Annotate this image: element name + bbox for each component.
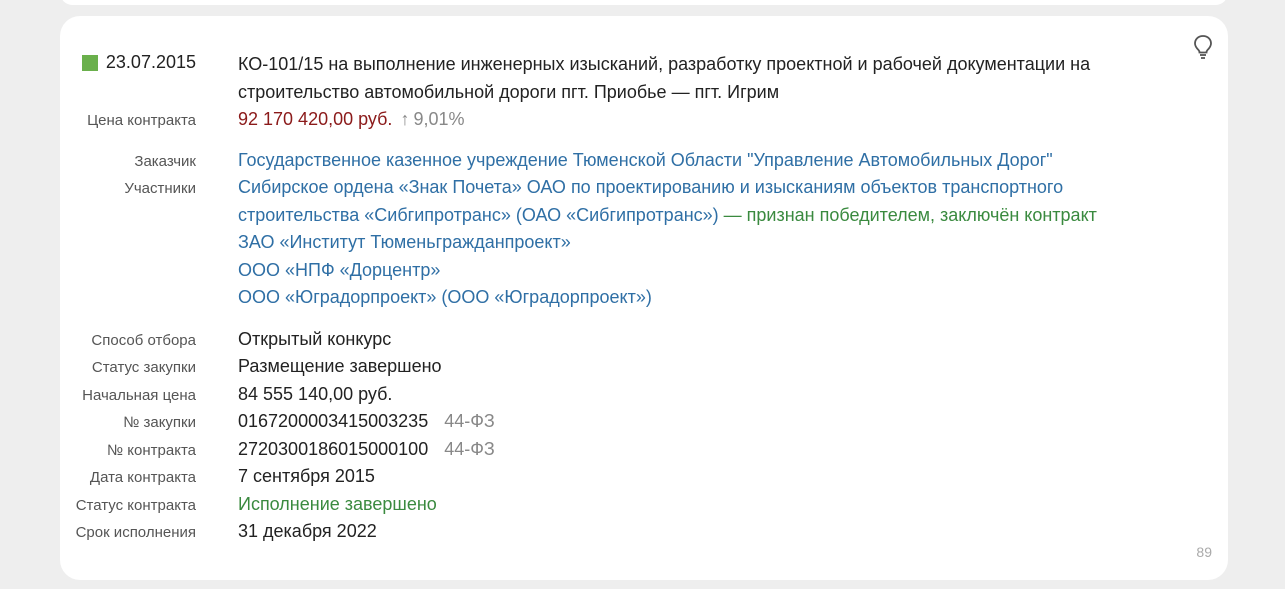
detail-label: Статус закупки (91, 359, 196, 376)
participant-link[interactable]: строительства «Сибгипротранс» (ОАО «Сибг… (238, 205, 719, 225)
detail-label: Способ отбора (91, 332, 196, 349)
contract-status-value: Исполнение завершено (238, 494, 437, 514)
detail-label: Начальная цена (82, 387, 196, 404)
procurement-card: 23.07.2015 КО-101/15 на выполнение инжен… (60, 16, 1228, 580)
detail-label: Срок исполнения (75, 524, 196, 541)
detail-label: № закупки (123, 414, 196, 431)
detail-value: 31 декабря 2022 (238, 521, 377, 541)
price-change-percent: 9,01% (413, 109, 465, 129)
participants-label: Участники (124, 180, 196, 197)
participant-link[interactable]: ООО «НПФ «Дорцентр» (238, 257, 1097, 285)
participant-link[interactable]: ЗАО «Институт Тюменьгражданпроект» (238, 229, 1097, 257)
detail-value: 84 555 140,00 руб. (238, 384, 393, 404)
law-badge: 44-ФЗ (444, 439, 495, 459)
arrow-up-icon: ↑ (400, 109, 410, 129)
detail-label: № контракта (107, 442, 196, 459)
result-index: 89 (1196, 544, 1212, 560)
record-date-wrap: 23.07.2015 (81, 52, 196, 73)
purchase-number[interactable]: 0167200003415003235 (238, 411, 428, 431)
law-badge: 44-ФЗ (444, 411, 495, 431)
record-title[interactable]: КО-101/15 на выполнение инженерных изыск… (238, 51, 1168, 106)
customer-label: Заказчик (134, 153, 196, 170)
contract-price-value-wrap: 92 170 420,00 руб. ↑ 9,01% (238, 109, 464, 130)
record-title-line1: КО-101/15 на выполнение инженерных изыск… (238, 54, 1091, 74)
detail-label: Дата контракта (89, 469, 196, 486)
customer-link[interactable]: Государственное казенное учреждение Тюме… (238, 150, 1053, 171)
detail-value: 7 сентября 2015 (238, 466, 375, 486)
status-square (81, 54, 98, 71)
participant-link[interactable]: Сибирское ордена «Знак Почета» ОАО по пр… (238, 174, 1097, 202)
contract-number[interactable]: 2720300186015000100 (238, 439, 428, 459)
detail-value: Размещение завершено (238, 356, 442, 376)
winner-note: — признан победителем, заключён контракт (718, 204, 1097, 225)
detail-value-wrap: 2720300186015000100 44-ФЗ (238, 439, 495, 460)
detail-value-wrap: 0167200003415003235 44-ФЗ (238, 411, 495, 432)
lightbulb-icon[interactable] (1192, 34, 1214, 60)
contract-price-label: Цена контракта (87, 112, 196, 129)
previous-card (60, 0, 1228, 5)
record-title-line2: строительство автомобильной дороги пгт. … (238, 81, 780, 102)
participant-link[interactable]: ООО «Юградорпроект» (ООО «Юградорпроект»… (238, 284, 1097, 312)
record-date: 23.07.2015 (105, 52, 196, 72)
detail-value: Открытый конкурс (238, 329, 392, 349)
detail-label: Статус контракта (75, 497, 196, 514)
contract-price-value: 92 170 420,00 руб. (238, 109, 393, 129)
participants-list: Сибирское ордена «Знак Почета» ОАО по пр… (238, 174, 1097, 312)
